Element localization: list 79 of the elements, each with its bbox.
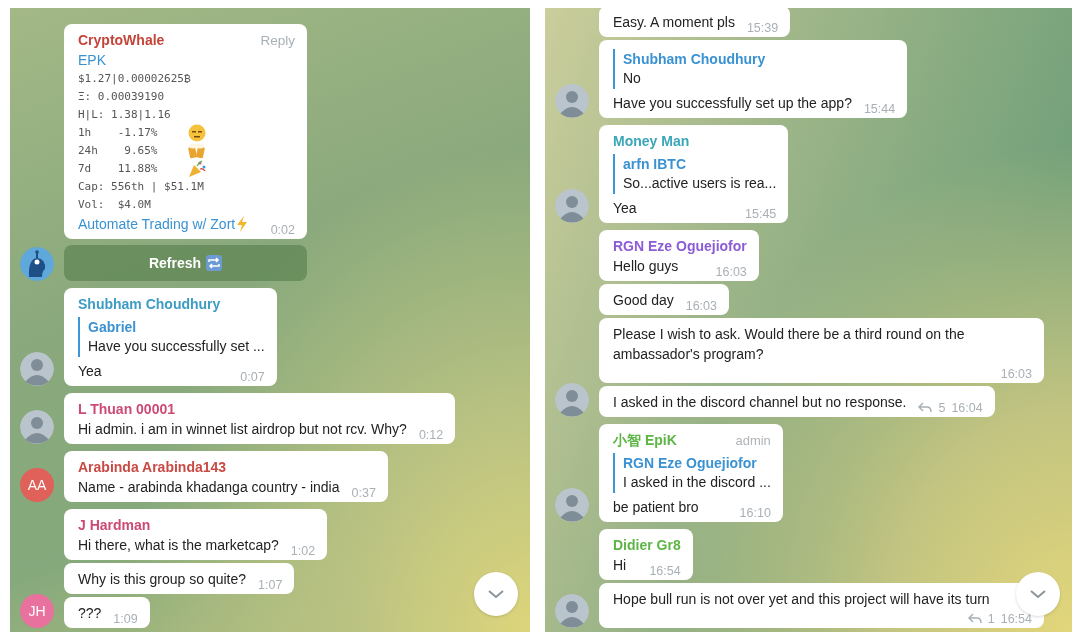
sender-name[interactable]: Shubham Choudhury (78, 294, 221, 314)
avatar-icon (555, 84, 589, 118)
reply-count: 5 (938, 401, 946, 415)
message-time: 0:12 (418, 428, 444, 442)
stat-line: Cap: 556th | $51.1M (78, 179, 204, 195)
sender-name[interactable]: RGN Eze Oguejiofor (613, 236, 747, 256)
robot-avatar-icon (20, 247, 54, 281)
message-text: Hello guys (613, 257, 679, 276)
message-text: Please I wish to ask. Would there be a third round on the ambassador's program? (613, 325, 966, 364)
scroll-down-button[interactable] (474, 572, 518, 616)
avatar-icon (555, 488, 589, 522)
sender-name[interactable]: Arabinda Arabinda143 (78, 457, 227, 477)
message-time: 1:02 (290, 544, 316, 558)
message-text: Hope bull run is not over yet and this project will have its turn (613, 590, 990, 609)
message-time: 15:45 (745, 207, 777, 221)
refresh-button[interactable]: Refresh (64, 245, 307, 281)
message-text: Good day (613, 291, 674, 310)
message-time: 16:54 (1000, 612, 1032, 626)
stat-line: $1.27|0.00002625₿ (78, 71, 191, 87)
message-time: 16:03 (685, 299, 717, 313)
avatar-icon (20, 352, 54, 386)
avatar[interactable]: AA (20, 468, 54, 502)
sender-name[interactable]: Didier Gr8 (613, 535, 681, 555)
message-text: ??? (78, 604, 102, 623)
reply-count: 1 (987, 612, 995, 626)
message-time: 16:10 (739, 506, 771, 520)
chevron-down-icon (487, 589, 505, 599)
message-text: Have you successfully set up the app? (613, 94, 852, 113)
stat-line: 24h 9.65% (78, 143, 159, 159)
message-time: 0:02 (270, 223, 295, 237)
message-text: I asked in the discord channel but no response. (613, 393, 907, 412)
message-time: 1:07 (258, 578, 283, 592)
sender-name[interactable]: L Thuan 00001 (78, 399, 175, 419)
stat-line: 7d 11.88% (78, 161, 159, 177)
stat-line: Vol: $4.0M (78, 197, 152, 213)
sender-name[interactable]: Money Man (613, 131, 690, 151)
sender-name[interactable]: CryptoWhale (78, 30, 165, 50)
avatar-icon (555, 189, 589, 223)
quoted-reply[interactable]: Shubham Choudhury No (613, 49, 896, 89)
avatar-icon (555, 383, 589, 417)
stat-line: Ξ: 0.00039190 (78, 89, 166, 105)
message-text: Easy. A moment pls (613, 13, 735, 32)
quoted-reply[interactable]: Gabriel Have you successfully set ... (78, 317, 265, 357)
sender-name[interactable]: 小智 EpiK (613, 430, 677, 450)
message-text: be patient bro (613, 498, 699, 517)
scroll-down-button[interactable] (1016, 572, 1060, 616)
promo-link[interactable]: Automate Trading w/ Zort (78, 214, 236, 234)
message-time: 0:37 (351, 486, 376, 500)
stat-line: 1h -1.17% (78, 125, 159, 141)
message-time: 16:54 (649, 564, 681, 578)
message-text: Hi (613, 556, 627, 575)
reply-arrow-icon (918, 402, 933, 414)
message-text: Yea (613, 199, 637, 218)
coin-link[interactable]: EPK (78, 50, 295, 70)
message-text: Name - arabinda khadanga country - india (78, 478, 340, 497)
message-time: 15:39 (746, 21, 779, 35)
avatar-icon (555, 594, 589, 628)
message-time: 16:03 (715, 265, 747, 279)
message-time: 1:09 (113, 612, 138, 626)
chevron-down-icon (1029, 589, 1047, 599)
message-text: Why is this group so quite? (78, 570, 247, 589)
sender-name[interactable]: J Hardman (78, 515, 151, 535)
avatar-icon (20, 410, 54, 444)
message-time: 15:44 (863, 102, 896, 116)
message-text: Hi there, what is the marketcap? (78, 536, 279, 555)
message-text: Yea (78, 362, 102, 381)
repeat-icon (206, 255, 223, 271)
admin-label: admin (735, 433, 771, 448)
message-time: 0:07 (240, 370, 265, 384)
reply-arrow-icon (967, 613, 982, 625)
lightning-icon (236, 216, 249, 232)
message-time: 16:03 (1000, 367, 1032, 381)
message-time: 16:04 (951, 401, 983, 415)
quoted-reply[interactable]: RGN Eze Oguejiofor I asked in the discord ... (613, 453, 771, 493)
avatar[interactable]: JH (20, 594, 54, 628)
stat-line: H|L: 1.38|1.16 (78, 107, 172, 123)
quoted-reply[interactable]: arfn IBTC So...active users is rea... (613, 154, 777, 194)
message-text: Hi admin. i am in winnet list airdrop but not rcv. Why? (78, 420, 407, 439)
reply-button[interactable]: Reply (260, 33, 295, 48)
